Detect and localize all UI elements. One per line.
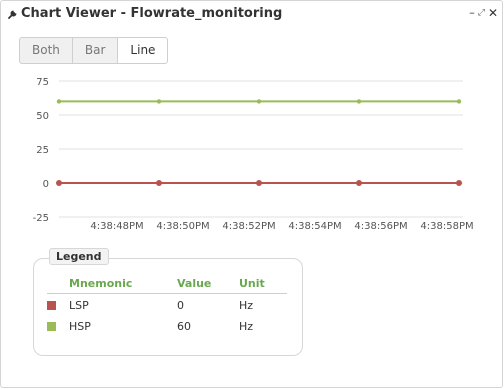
y-tick-label: -25 bbox=[33, 213, 49, 224]
restore-icon[interactable]: ⤢ bbox=[478, 7, 485, 19]
data-point-hsp bbox=[356, 99, 362, 104]
legend-unit-hsp: Hz bbox=[239, 320, 254, 333]
legend-row-lsp: LSP 0 Hz bbox=[47, 294, 287, 316]
wrench-icon bbox=[7, 7, 19, 19]
tab-both[interactable]: Both bbox=[19, 37, 73, 64]
x-tick-label: 4:38:54PM bbox=[288, 221, 341, 232]
legend-header-unit: Unit bbox=[239, 277, 287, 294]
tab-line[interactable]: Line bbox=[117, 37, 169, 64]
data-point-lsp bbox=[156, 180, 162, 186]
legend-cell-mnemonic: LSP bbox=[47, 294, 177, 316]
data-point-hsp bbox=[456, 99, 462, 104]
tab-bar[interactable]: Bar bbox=[71, 37, 119, 64]
minimize-icon[interactable]: – bbox=[469, 7, 475, 19]
y-tick-label: 50 bbox=[36, 111, 49, 122]
hsp-swatch bbox=[47, 321, 56, 331]
data-point-hsp bbox=[56, 99, 62, 104]
legend-value-lsp: 0 bbox=[177, 299, 184, 312]
legend-title: Legend bbox=[49, 248, 109, 265]
y-tick-label: 0 bbox=[43, 179, 49, 190]
data-point-hsp bbox=[256, 99, 262, 104]
legend-header-row: Mnemonic Value Unit bbox=[47, 277, 287, 294]
line-chart: 75 50 25 0 -25 4:38:48PM 4:38:50PM 4:38:52PM 4:3… bbox=[33, 77, 474, 232]
x-tick-label: 4:38:58PM bbox=[420, 221, 473, 232]
legend-cell-mnemonic: HSP bbox=[47, 315, 177, 336]
legend-unit-lsp: Hz bbox=[239, 299, 254, 312]
legend-header-mnemonic: Mnemonic bbox=[47, 277, 177, 294]
legend-value-hsp: 60 bbox=[177, 320, 191, 333]
y-tick-label: 75 bbox=[36, 77, 49, 88]
data-point-lsp bbox=[356, 180, 362, 186]
legend-mnemonic-hsp: HSP bbox=[69, 320, 91, 333]
lsp-swatch bbox=[47, 300, 56, 310]
chart-type-tabs: Both Bar Line bbox=[19, 37, 169, 64]
legend-header-value: Value bbox=[177, 277, 239, 294]
y-tick-label: 25 bbox=[36, 145, 49, 156]
window-title: Chart Viewer - Flowrate_monitoring bbox=[21, 6, 283, 21]
close-icon[interactable]: ✕ bbox=[488, 7, 498, 19]
chart-viewer-window: Chart Viewer - Flowrate_monitoring – ⤢ ✕… bbox=[0, 0, 503, 388]
legend-table: Mnemonic Value Unit LSP 0 Hz HSP 60 Hz bbox=[47, 277, 287, 336]
data-point-lsp bbox=[56, 180, 62, 186]
window-controls: – ⤢ ✕ bbox=[469, 7, 498, 20]
x-tick-label: 4:38:52PM bbox=[222, 221, 275, 232]
legend-mnemonic-lsp: LSP bbox=[69, 299, 89, 312]
data-point-lsp bbox=[456, 180, 462, 186]
x-tick-label: 4:38:50PM bbox=[156, 221, 209, 232]
legend-row-hsp: HSP 60 Hz bbox=[47, 315, 287, 336]
window-titlebar[interactable]: Chart Viewer - Flowrate_monitoring – ⤢ ✕ bbox=[1, 1, 502, 27]
x-tick-label: 4:38:56PM bbox=[354, 221, 407, 232]
data-point-lsp bbox=[256, 180, 262, 186]
data-point-hsp bbox=[156, 99, 162, 104]
x-tick-label: 4:38:48PM bbox=[90, 221, 143, 232]
